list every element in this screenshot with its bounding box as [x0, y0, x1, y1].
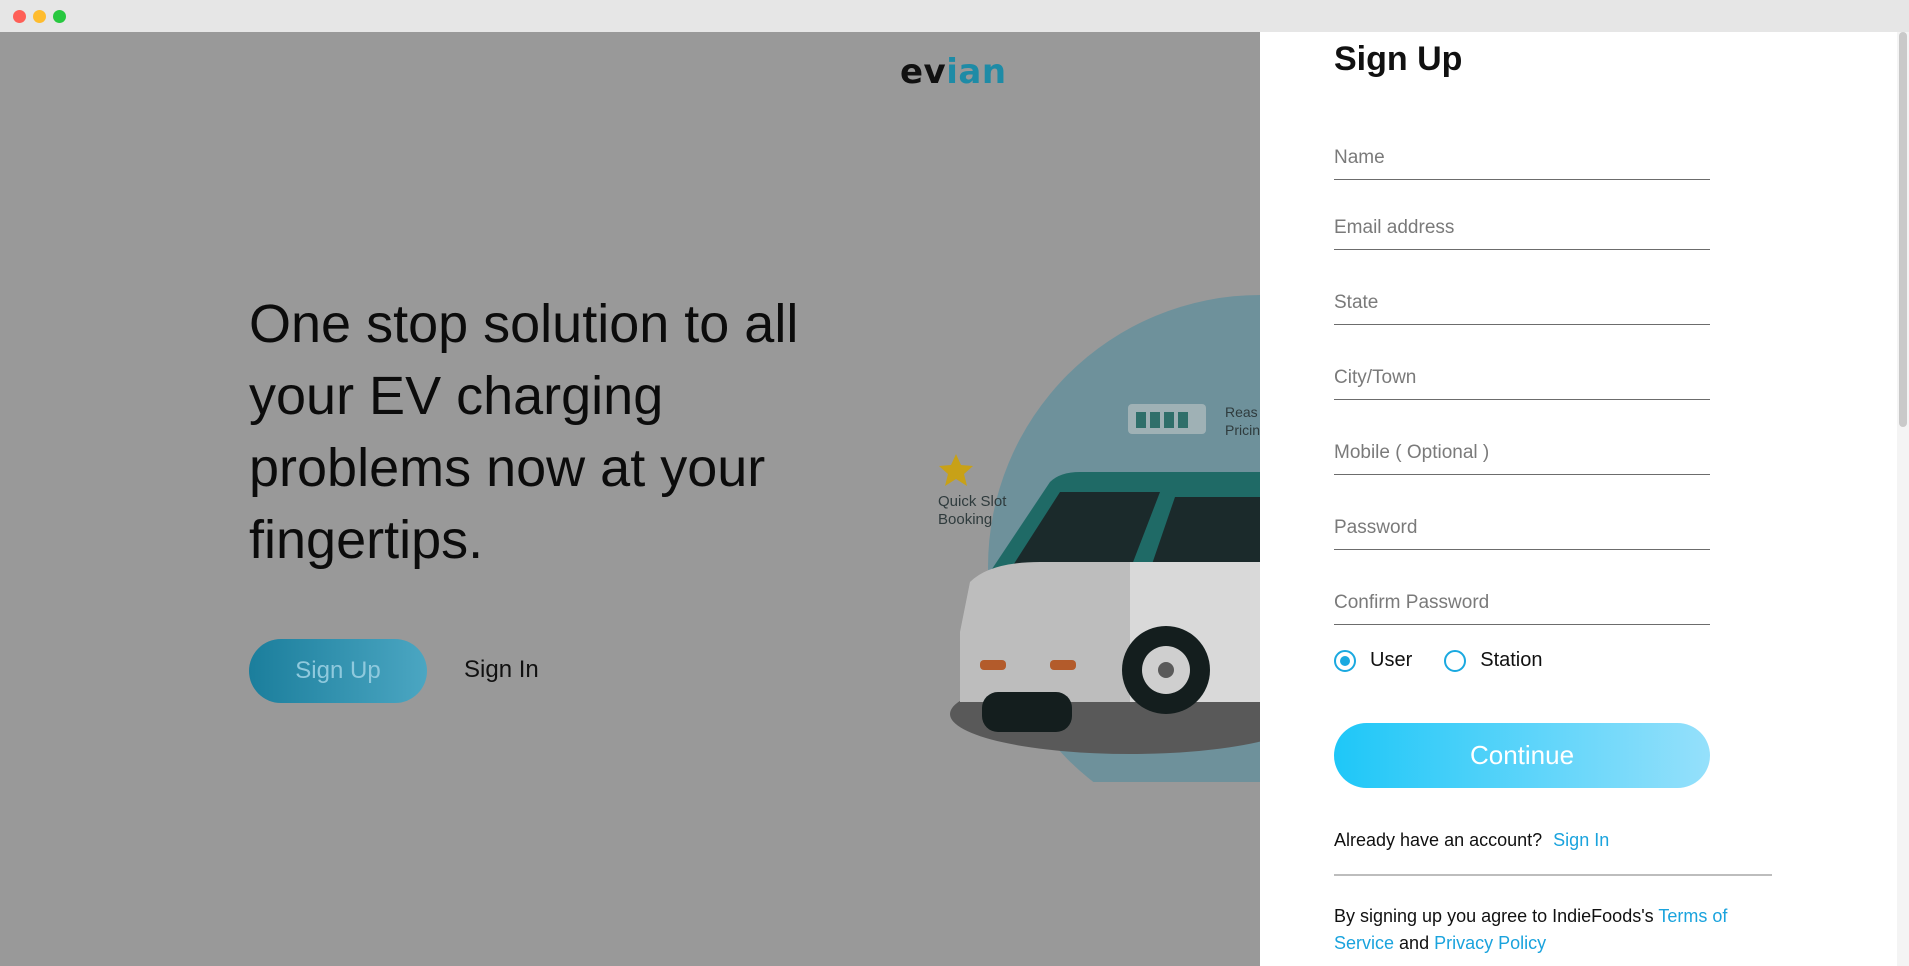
password-input[interactable]: [1334, 506, 1710, 549]
terms-prefix: By signing up you agree to IndieFoods's: [1334, 906, 1654, 926]
station-radio[interactable]: [1444, 649, 1467, 672]
hero-sign-in-link[interactable]: Sign In: [464, 656, 539, 684]
role-selector: User Station: [1334, 649, 1543, 672]
maximize-window-button[interactable]: [53, 10, 66, 23]
account-prompt: Already have an account? Sign In: [1334, 830, 1609, 851]
state-input[interactable]: [1334, 281, 1710, 324]
car-light-right: [1050, 660, 1076, 670]
privacy-policy-link[interactable]: Privacy Policy: [1434, 933, 1546, 953]
star-icon: [939, 454, 973, 486]
pricing-label-1: Reas: [1225, 404, 1258, 420]
name-input[interactable]: [1334, 136, 1710, 179]
sign-up-panel: Sign Up User Station Continue: [1260, 32, 1909, 966]
pricing-label-2: Pricin: [1225, 422, 1260, 438]
email-input[interactable]: [1334, 206, 1710, 249]
hero-sign-up-button[interactable]: Sign Up: [249, 639, 427, 703]
password-field: [1334, 506, 1710, 550]
terms-notice: By signing up you agree to IndieFoods's …: [1334, 903, 1774, 957]
page: evian One stop solution to all your EV c…: [0, 32, 1909, 966]
window-titlebar: [0, 0, 1909, 32]
city-field: [1334, 356, 1710, 400]
car-light-left: [980, 660, 1006, 670]
ev-car-illustration: Reas Pricin Quick Slot Booking: [938, 295, 1260, 782]
user-radio-label[interactable]: User: [1370, 649, 1412, 672]
email-field: [1334, 206, 1710, 250]
account-prompt-text: Already have an account?: [1334, 830, 1543, 850]
minimize-window-button[interactable]: [33, 10, 46, 23]
car-bumper: [982, 692, 1072, 732]
user-radio[interactable]: [1334, 649, 1356, 672]
mobile-input[interactable]: [1334, 431, 1710, 474]
dimmed-landing-overlay[interactable]: evian One stop solution to all your EV c…: [0, 32, 1260, 966]
confirm-password-field: [1334, 581, 1710, 625]
divider: [1334, 874, 1772, 876]
confirm-password-input[interactable]: [1334, 581, 1710, 624]
quick-slot-label: Quick Slot: [938, 493, 1007, 510]
hero-headline: One stop solution to all your EV chargin…: [249, 294, 799, 570]
booking-label: Booking: [938, 511, 992, 528]
mobile-field: [1334, 431, 1710, 475]
state-field: [1334, 281, 1710, 325]
scrollbar-thumb[interactable]: [1899, 32, 1907, 427]
panel-scrollbar[interactable]: [1897, 32, 1909, 966]
terms-and: and: [1399, 933, 1430, 953]
close-window-button[interactable]: [13, 10, 26, 23]
evian-logo: evian: [900, 52, 1007, 92]
sign-in-link[interactable]: Sign In: [1553, 830, 1609, 850]
sign-up-title: Sign Up: [1334, 40, 1463, 78]
name-field: [1334, 136, 1710, 180]
continue-button[interactable]: Continue: [1334, 723, 1710, 788]
city-input[interactable]: [1334, 356, 1710, 399]
station-radio-label[interactable]: Station: [1480, 649, 1542, 672]
